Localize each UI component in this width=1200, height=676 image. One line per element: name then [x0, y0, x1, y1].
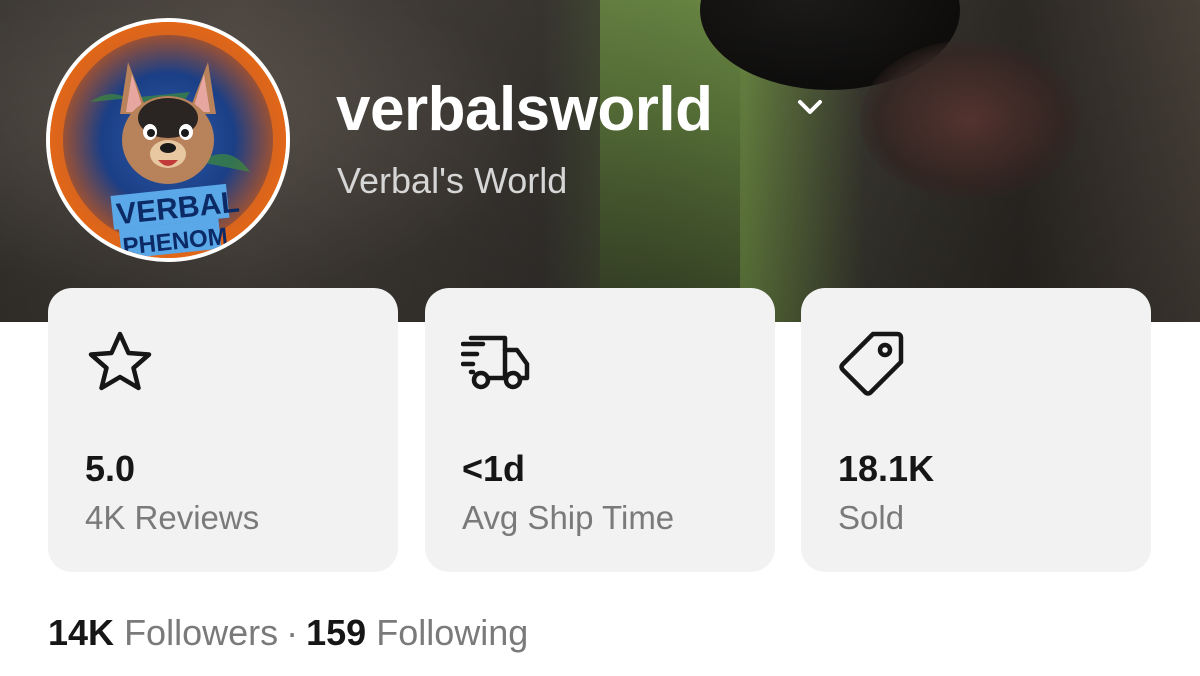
rating-value: 5.0 [85, 448, 136, 489]
followers-link[interactable]: 14K Followers [48, 612, 278, 653]
ship-time-stat-card[interactable]: <1d Avg Ship Time [425, 288, 775, 572]
following-count: 159 [306, 612, 367, 653]
delivery-truck-icon [461, 335, 530, 390]
sold-stat-card[interactable]: 18.1K Sold [801, 288, 1151, 572]
followers-label: Followers [124, 612, 279, 653]
ship-time-label: Avg Ship Time [462, 499, 675, 536]
followers-count: 14K [48, 612, 115, 653]
following-label: Following [376, 612, 529, 653]
rating-stat-card[interactable]: 5.0 4K Reviews [48, 288, 398, 572]
avatar-logo-image: VERBAL PHENOM [50, 22, 286, 258]
reviews-label: 4K Reviews [85, 499, 260, 536]
username[interactable]: verbalsworld [336, 74, 713, 145]
avatar[interactable]: VERBAL PHENOM [46, 18, 290, 262]
follow-stats: 14K Followers · 159 Following [48, 612, 528, 654]
sold-value: 18.1K [838, 448, 935, 489]
chevron-down-icon[interactable] [790, 92, 830, 122]
sold-label: Sold [838, 499, 905, 536]
display-name: Verbal's World [337, 160, 568, 201]
price-tag-icon [839, 331, 904, 396]
separator-dot: · [286, 612, 299, 653]
ship-time-value: <1d [462, 448, 526, 489]
following-link[interactable]: 159 Following [306, 612, 528, 653]
star-icon [88, 331, 152, 391]
